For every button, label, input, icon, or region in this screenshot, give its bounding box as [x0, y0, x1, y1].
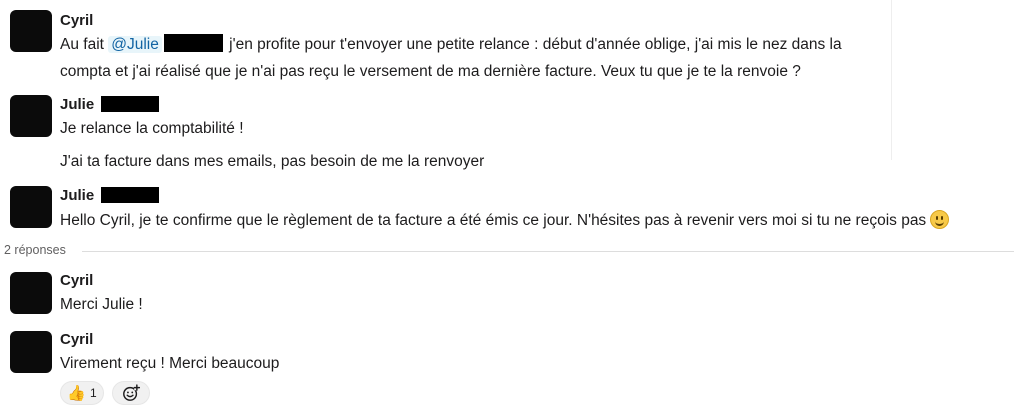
reaction-count: 1: [90, 386, 97, 400]
message-text: Au fait @Julie j'en profite pour t'envoy…: [60, 34, 842, 55]
thread-divider: 2 réponses: [0, 241, 1024, 261]
avatar[interactable]: [10, 10, 52, 52]
message-text-post: j'en profite pour t'envoyer une petite r…: [224, 36, 842, 53]
author-name[interactable]: Cyril: [60, 331, 93, 349]
slightly-smiling-face-icon: [930, 210, 950, 229]
message-text: Virement reçu ! Merci beaucoup: [60, 355, 280, 372]
reaction-thumbs-up[interactable]: 👍 1: [60, 381, 104, 405]
message-text: Je relance la comptabilité !: [60, 120, 244, 137]
author-name[interactable]: Julie: [60, 187, 94, 205]
message-text-pre: Au fait: [60, 36, 109, 53]
side-divider: [891, 0, 892, 160]
redacted-surname: [101, 187, 159, 203]
avatar[interactable]: [10, 186, 52, 228]
avatar[interactable]: [10, 331, 52, 373]
thread-divider-line: [82, 251, 1014, 252]
author-name[interactable]: Julie: [60, 96, 94, 114]
thumbs-up-icon: 👍: [67, 384, 86, 402]
author-name[interactable]: Cyril: [60, 12, 93, 30]
message-text-body: Hello Cyril, je te confirme que le règle…: [60, 212, 927, 229]
message-text: J'ai ta facture dans mes emails, pas bes…: [60, 153, 485, 170]
avatar[interactable]: [10, 272, 52, 314]
add-reaction-button[interactable]: [112, 381, 150, 405]
message-text: compta et j'ai réalisé que je n'ai pas r…: [60, 63, 801, 80]
add-reaction-icon: [123, 384, 140, 401]
user-mention[interactable]: @Julie: [108, 36, 162, 53]
message-text: Merci Julie !: [60, 296, 143, 313]
avatar[interactable]: [10, 95, 52, 137]
reply-count-label[interactable]: 2 réponses: [4, 243, 72, 257]
redacted-name: [163, 34, 223, 52]
message-text: Hello Cyril, je te confirme que le règle…: [60, 210, 950, 231]
redacted-surname: [101, 96, 159, 112]
author-name[interactable]: Cyril: [60, 272, 93, 290]
